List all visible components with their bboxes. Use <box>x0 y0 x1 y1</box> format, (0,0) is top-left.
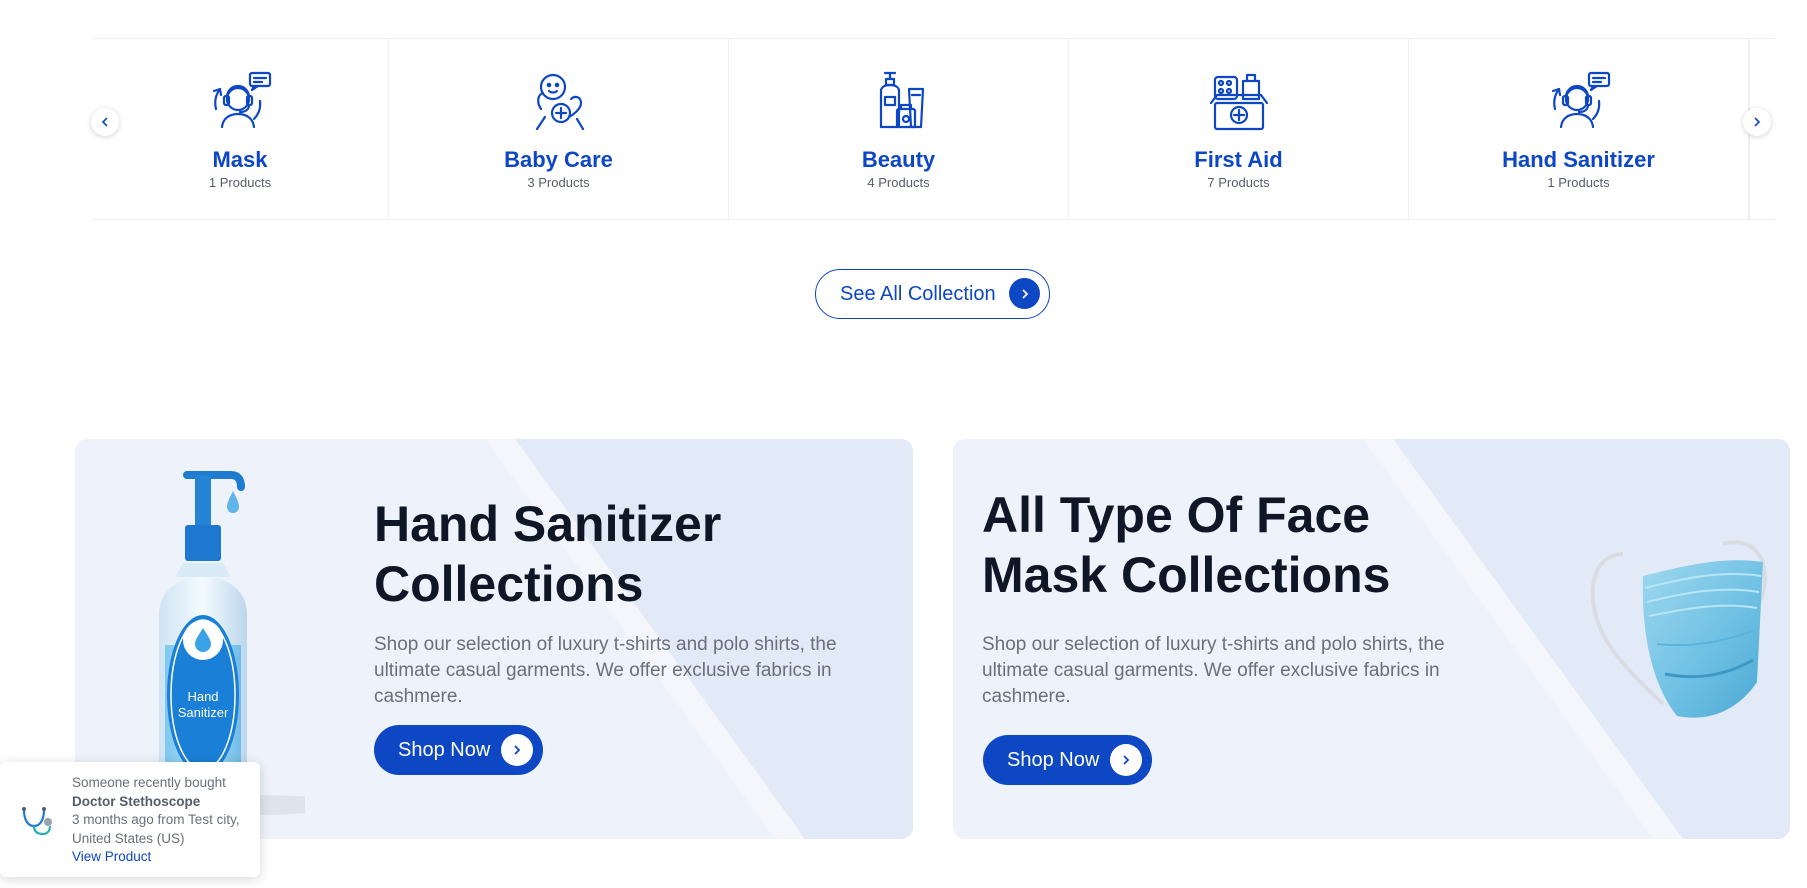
category-count: 3 Products <box>527 175 590 190</box>
baby-care-icon <box>527 69 591 133</box>
shop-now-button[interactable]: Shop Now <box>983 735 1152 785</box>
category-name[interactable]: Baby Care <box>389 147 728 173</box>
category-name[interactable]: Beauty <box>729 147 1068 173</box>
banner-title-line2: Mask Collections <box>982 547 1391 603</box>
recent-purchase-popup[interactable]: Someone recently bought Doctor Stethosco… <box>0 762 260 877</box>
category-name[interactable]: Mask <box>92 147 388 173</box>
category-count: 7 Products <box>1207 175 1270 190</box>
surgical-face-mask-image <box>1590 540 1767 718</box>
arrow-right-icon <box>1110 744 1142 776</box>
category-count: 1 Products <box>1547 175 1610 190</box>
popup-product-name: Doctor Stethoscope <box>72 793 201 809</box>
category-track: Mask 1 Products Baby Care 3 Products Bea… <box>92 38 1775 221</box>
popup-intro: Someone recently bought <box>72 775 226 790</box>
category-card-hand-sanitizer[interactable]: Hand Sanitizer 1 Products <box>1409 39 1749 221</box>
category-name[interactable]: Hand Sanitizer <box>1409 147 1748 173</box>
popup-text: Someone recently bought Doctor Stethosco… <box>72 774 252 867</box>
beauty-products-icon <box>867 69 931 133</box>
category-name[interactable]: First Aid <box>1069 147 1408 173</box>
chevron-left-icon <box>101 117 108 127</box>
category-card-mask[interactable]: Mask 1 Products <box>92 39 389 221</box>
banner-description: Shop our selection of luxury t-shirts an… <box>374 634 837 707</box>
shop-now-label: Shop Now <box>1007 748 1100 771</box>
see-all-collection-button[interactable]: See All Collection <box>815 269 1050 319</box>
banner-title-line2: Collections <box>374 556 644 612</box>
bottle-label-line1: Hand <box>187 689 218 704</box>
first-aid-kit-icon <box>1207 69 1271 133</box>
banner-description: Shop our selection of luxury t-shirts an… <box>982 634 1445 707</box>
banner-title-line1: Hand Sanitizer <box>374 496 722 552</box>
category-carousel: Mask 1 Products Baby Care 3 Products Bea… <box>91 38 1775 221</box>
view-product-link[interactable]: View Product <box>72 848 252 867</box>
arrow-right-icon <box>501 734 533 766</box>
popup-time-location: 3 months ago from Test city, United Stat… <box>72 812 240 846</box>
support-agent-icon <box>208 69 272 133</box>
shop-now-label: Shop Now <box>398 738 491 761</box>
stethoscope-thumbnail <box>22 807 52 836</box>
bottle-label-line2: Sanitizer <box>178 705 229 720</box>
category-card-first-aid[interactable]: First Aid 7 Products <box>1069 39 1409 221</box>
see-all-label: See All Collection <box>840 282 996 305</box>
carousel-next-button[interactable] <box>1743 108 1771 136</box>
arrow-right-icon <box>1009 278 1040 309</box>
category-count: 4 Products <box>867 175 930 190</box>
category-card-baby-care[interactable]: Baby Care 3 Products <box>389 39 729 221</box>
support-agent-icon <box>1547 69 1611 133</box>
carousel-prev-button[interactable] <box>91 108 119 136</box>
banner-title: Hand Sanitizer Collections <box>374 494 721 614</box>
banner-title-line1: All Type Of Face <box>982 487 1371 543</box>
banner-title: All Type Of Face Mask Collections <box>982 485 1390 605</box>
chevron-right-icon <box>1754 117 1761 127</box>
face-mask-promo-banner: All Type Of Face Mask Collections Shop o… <box>953 439 1790 839</box>
category-count: 1 Products <box>208 175 272 190</box>
category-card-beauty[interactable]: Beauty 4 Products <box>729 39 1069 221</box>
shop-now-button[interactable]: Shop Now <box>374 725 543 775</box>
